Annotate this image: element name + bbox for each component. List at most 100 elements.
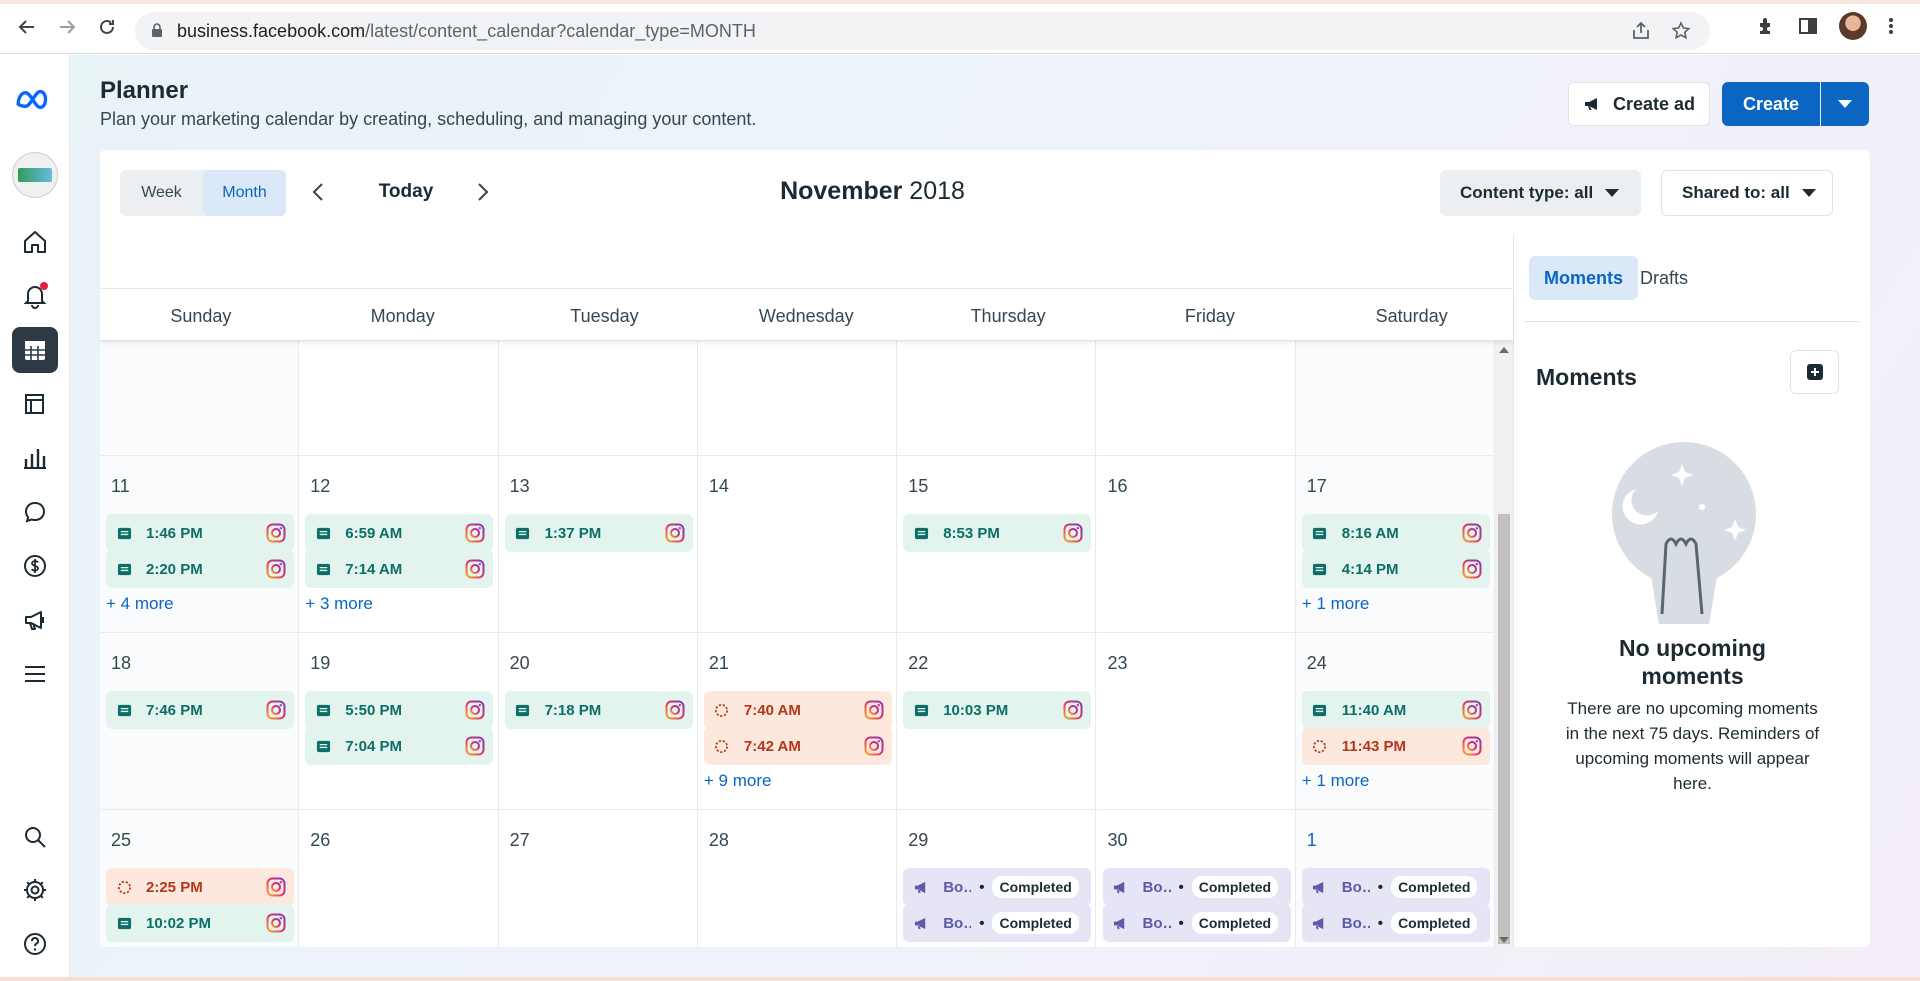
scheduled-post-event[interactable]: 2:20 PM	[106, 550, 294, 588]
scheduled-post-event[interactable]: 10:03 PM	[903, 691, 1092, 729]
day-cell[interactable]: 13 1:37 PM	[498, 456, 698, 633]
settings-gear-icon[interactable]	[12, 867, 58, 913]
planner-calendar-icon[interactable]	[12, 327, 58, 373]
more-events-link[interactable]: + 4 more	[106, 594, 174, 614]
day-cell[interactable]: 20 7:18 PM	[498, 633, 698, 810]
tab-moments[interactable]: Moments	[1529, 256, 1639, 300]
scheduled-post-event[interactable]: 1:37 PM	[504, 514, 693, 552]
day-cell[interactable]	[697, 341, 898, 456]
create-ad-button[interactable]: Create ad	[1568, 82, 1710, 126]
pending-post-event[interactable]: 7:42 AM	[703, 727, 892, 765]
share-icon[interactable]	[1630, 20, 1652, 42]
more-events-link[interactable]: + 3 more	[305, 594, 373, 614]
event-label: Bo…	[1142, 878, 1171, 896]
separator-dot: •	[979, 878, 985, 896]
scheduled-post-event[interactable]: 11:40 AM	[1301, 691, 1490, 729]
day-cell[interactable]: 16	[1096, 456, 1296, 633]
forward-icon[interactable]	[52, 12, 82, 42]
scheduled-post-event[interactable]: 7:04 PM	[305, 727, 494, 765]
scheduled-post-event[interactable]: 7:18 PM	[504, 691, 693, 729]
day-cell[interactable]: 1Bo…•CompletedBo…•Completed+ 1 more	[1295, 810, 1495, 947]
insights-icon[interactable]	[12, 435, 58, 481]
side-panel-icon[interactable]	[1797, 15, 1819, 37]
day-cell[interactable]: 24 11:40 AM 11:43 PM + 1 more	[1295, 633, 1495, 810]
scheduled-post-event[interactable]: 7:14 AM	[305, 550, 494, 588]
day-cell[interactable]	[897, 341, 1097, 456]
scheduled-post-event[interactable]: 8:16 AM	[1301, 514, 1490, 552]
day-cell[interactable]: 22 10:03 PM	[897, 633, 1097, 810]
day-number: 27	[509, 830, 530, 850]
day-cell[interactable]: 23	[1096, 633, 1296, 810]
day-cell[interactable]: 19 5:50 PM 7:04 PM	[299, 633, 499, 810]
ads-megaphone-icon[interactable]	[12, 597, 58, 643]
reload-icon[interactable]	[92, 12, 122, 42]
day-cell[interactable]	[498, 341, 698, 456]
day-cell[interactable]: 11 1:46 PM 2:20 PM + 4 more	[100, 456, 300, 633]
create-button[interactable]: Create	[1722, 82, 1820, 126]
scheduled-post-event[interactable]: 5:50 PM	[305, 691, 494, 729]
day-cell[interactable]: 15 8:53 PM	[897, 456, 1097, 633]
address-bar[interactable]: business.facebook.com/latest/content_cal…	[135, 12, 1710, 50]
day-cell[interactable]: 17 8:16 AM 4:14 PM + 1 more	[1295, 456, 1495, 633]
day-cell[interactable]: 27	[499, 810, 698, 947]
calendar-scrollbar[interactable]	[1495, 341, 1513, 947]
more-events-link[interactable]: + 1 more	[1302, 771, 1370, 791]
help-icon[interactable]	[12, 921, 58, 967]
all-tools-menu-icon[interactable]	[12, 651, 58, 697]
meta-logo-icon[interactable]	[12, 77, 58, 123]
create-dropdown-button[interactable]	[1821, 82, 1869, 126]
boosted-post-event[interactable]: Bo… • Completed	[903, 868, 1092, 906]
search-icon[interactable]	[12, 814, 58, 860]
day-cell[interactable]	[1096, 341, 1296, 456]
day-cell[interactable]	[1295, 341, 1495, 456]
monetization-icon[interactable]	[12, 543, 58, 589]
scroll-down-arrow-icon[interactable]	[1499, 937, 1509, 943]
page-avatar[interactable]	[12, 152, 58, 198]
day-number: 25	[111, 830, 132, 850]
shared-to-filter[interactable]: Shared to: all	[1661, 170, 1833, 216]
day-cell[interactable]: 30Bo…•CompletedBo…•Completed+ 5 more	[1097, 810, 1296, 947]
day-cell[interactable]: 29 Bo… • Completed Bo… • Completed	[897, 810, 1097, 947]
scroll-up-arrow-icon[interactable]	[1499, 347, 1509, 353]
inbox-icon[interactable]	[12, 489, 58, 535]
boosted-post-event[interactable]: Bo… • Completed	[1301, 904, 1490, 942]
pending-post-event[interactable]: 11:43 PM	[1301, 727, 1490, 765]
day-cell[interactable]: 25 2:25 PM 10:02 PM	[100, 810, 300, 947]
scheduled-post-event[interactable]: 6:59 AM	[305, 514, 494, 552]
add-moment-button[interactable]	[1790, 350, 1839, 394]
day-number: 26	[310, 830, 331, 850]
day-cell[interactable]	[299, 341, 499, 456]
content-icon[interactable]	[12, 381, 58, 427]
boosted-post-event[interactable]: Bo… • Completed	[1102, 904, 1291, 942]
day-cell[interactable]: 21 7:40 AM 7:42 AM + 9 more	[697, 633, 898, 810]
content-type-filter[interactable]: Content type: all	[1440, 170, 1641, 216]
back-icon[interactable]	[12, 12, 42, 42]
pending-post-event[interactable]: 7:40 AM	[703, 691, 892, 729]
boosted-post-event[interactable]: Bo… • Completed	[1301, 868, 1490, 906]
more-events-link[interactable]: + 9 more	[704, 771, 772, 791]
boosted-post-event[interactable]: Bo… • Completed	[1102, 868, 1291, 906]
day-cell[interactable]: 28	[698, 810, 898, 947]
notifications-icon[interactable]	[12, 273, 58, 319]
scheduled-post-event[interactable]: 4:14 PM	[1301, 550, 1490, 588]
scheduled-post-event[interactable]: 7:46 PM	[106, 691, 294, 729]
separator-dot: •	[1178, 878, 1184, 896]
day-cell[interactable]: 14	[697, 456, 898, 633]
browser-profile-avatar[interactable]	[1839, 12, 1867, 40]
bookmark-star-icon[interactable]	[1670, 20, 1692, 42]
scrollbar-thumb[interactable]	[1498, 514, 1510, 944]
scheduled-post-event[interactable]: 10:02 PM	[106, 904, 294, 942]
scheduled-post-event[interactable]: 8:53 PM	[903, 514, 1092, 552]
day-cell[interactable]: 26	[299, 810, 499, 947]
scheduled-post-event[interactable]: 1:46 PM	[106, 514, 294, 552]
extensions-icon[interactable]	[1755, 15, 1777, 37]
more-events-link[interactable]: + 1 more	[1302, 594, 1370, 614]
boosted-post-event[interactable]: Bo… • Completed	[903, 904, 1092, 942]
pending-post-event[interactable]: 2:25 PM	[106, 868, 294, 906]
day-cell[interactable]: 12 6:59 AM 7:14 AM + 3 more	[299, 456, 499, 633]
browser-menu-icon[interactable]	[1887, 15, 1895, 37]
day-cell[interactable]	[100, 341, 300, 456]
day-cell[interactable]: 18 7:46 PM	[100, 633, 300, 810]
tab-drafts[interactable]: Drafts	[1625, 256, 1703, 300]
home-icon[interactable]	[12, 219, 58, 265]
